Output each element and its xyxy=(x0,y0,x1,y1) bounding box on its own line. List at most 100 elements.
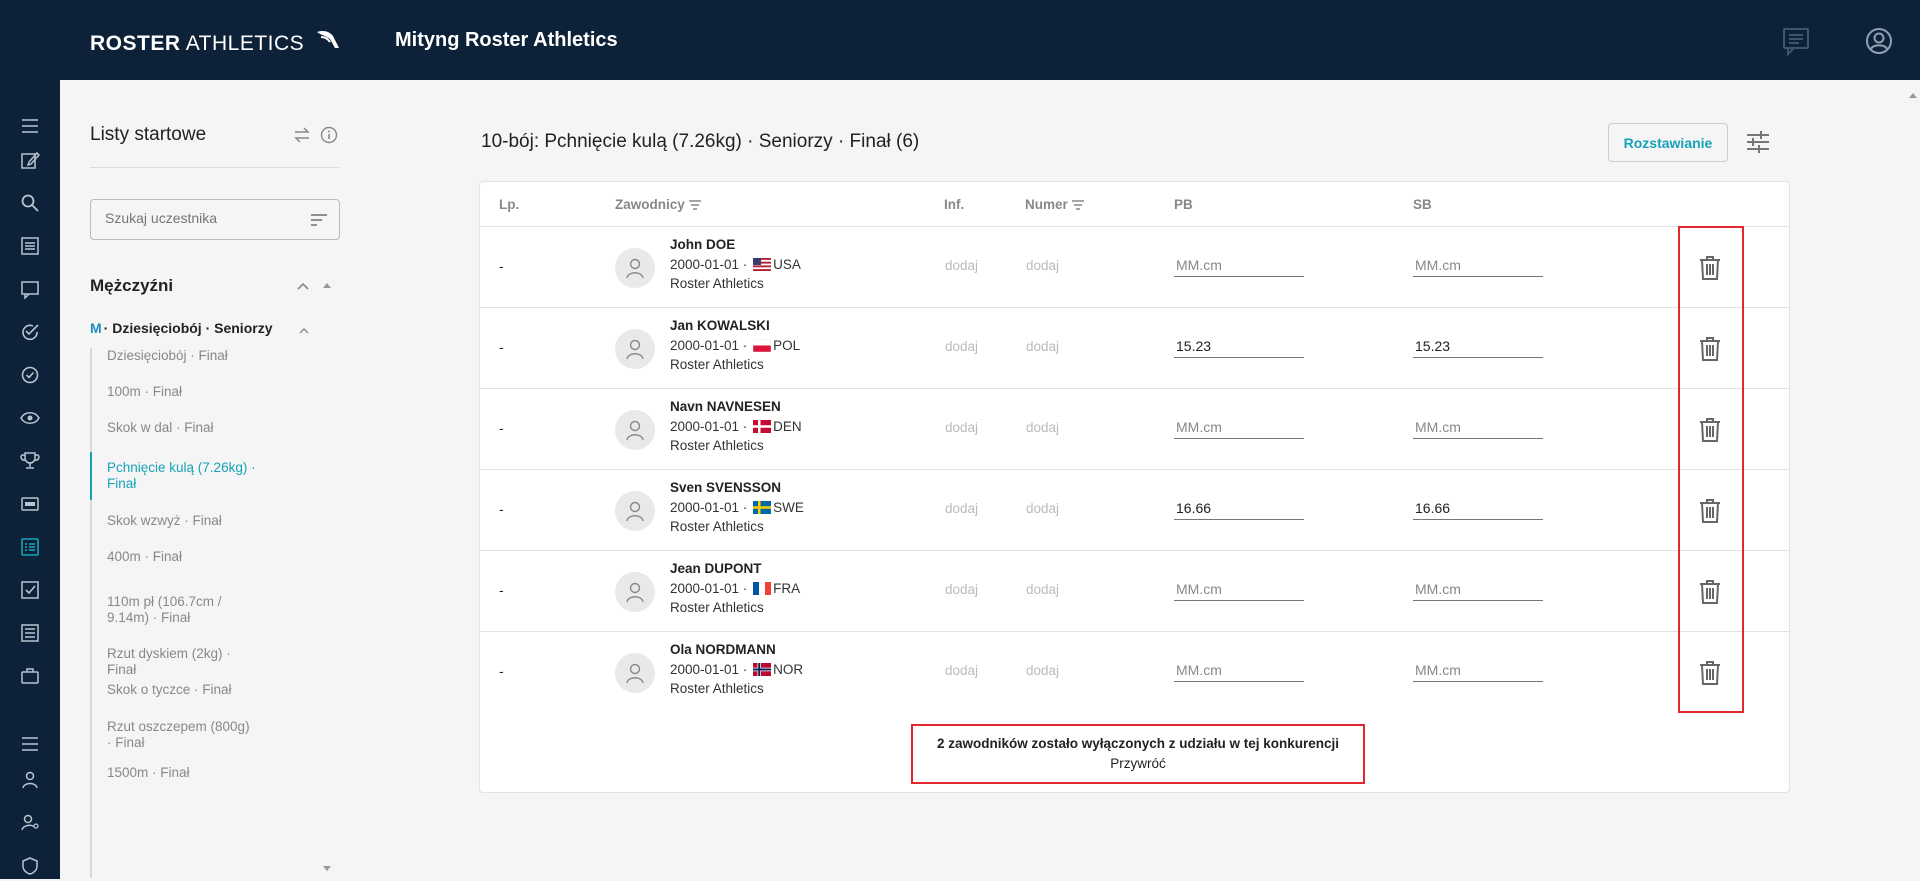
chevron-up-small-icon[interactable] xyxy=(298,322,310,340)
event-item[interactable]: Rzut oszczepem (800g) · Finał xyxy=(92,719,267,751)
shield-icon[interactable] xyxy=(20,856,40,876)
chat-icon[interactable] xyxy=(1781,26,1811,57)
athlete-club: Roster Athletics xyxy=(670,276,764,291)
person-placeholder-icon xyxy=(626,258,644,279)
pb-input[interactable] xyxy=(1174,490,1304,520)
sort-icon[interactable] xyxy=(309,211,329,234)
column-header-number[interactable]: Numer xyxy=(1025,197,1085,212)
athlete-name[interactable]: Jean DUPONT xyxy=(670,561,762,576)
athlete-name[interactable]: Ola NORDMANN xyxy=(670,642,776,657)
event-item[interactable]: Rzut dyskiem (2kg) · Finał xyxy=(92,646,267,678)
chevron-up-icon[interactable] xyxy=(296,278,310,296)
list-icon[interactable] xyxy=(20,236,40,256)
start-list-icon[interactable] xyxy=(20,537,40,557)
athlete-dob: 2000-01-01 · xyxy=(670,257,748,272)
event-item[interactable]: 400m · Finał xyxy=(92,549,267,565)
athlete-country: DEN xyxy=(773,419,802,434)
pb-input[interactable] xyxy=(1174,652,1304,682)
filter-icon[interactable] xyxy=(688,199,702,211)
message-icon[interactable] xyxy=(20,279,40,300)
check-circle-icon[interactable] xyxy=(20,322,40,342)
sb-input[interactable] xyxy=(1413,652,1543,682)
add-number-link[interactable]: dodaj xyxy=(1026,501,1059,516)
event-item[interactable]: Pchnięcie kulą (7.26kg) · Finał xyxy=(90,452,267,500)
sb-input[interactable] xyxy=(1413,247,1543,277)
event-item[interactable]: 110m pł (106.7cm / 9.14m) · Finał xyxy=(92,594,267,626)
trophy-icon[interactable] xyxy=(20,451,40,471)
scroll-up-arrow-icon[interactable] xyxy=(322,276,332,294)
avatar xyxy=(615,248,655,288)
user-key-icon[interactable] xyxy=(20,813,40,833)
pb-input[interactable] xyxy=(1174,571,1304,601)
add-number-link[interactable]: dodaj xyxy=(1026,663,1059,678)
event-item[interactable]: 100m · Finał xyxy=(92,384,267,400)
add-number-link[interactable]: dodaj xyxy=(1026,339,1059,354)
athlete-name[interactable]: Sven SVENSSON xyxy=(670,480,781,495)
event-title: 10-bój: Pchnięcie kulą (7.26kg) · Senior… xyxy=(481,131,920,152)
event-item[interactable]: Dziesięciobój · Finał xyxy=(92,348,267,364)
add-info-link[interactable]: dodaj xyxy=(945,582,978,597)
person-icon[interactable] xyxy=(20,770,40,790)
scroll-down-arrow-icon[interactable] xyxy=(322,860,332,878)
briefcase-icon[interactable] xyxy=(20,666,40,686)
event-item[interactable]: Skok o tyczce · Finał xyxy=(92,682,267,698)
edit-icon[interactable] xyxy=(20,150,41,170)
brand-logo[interactable]: ROSTER ATHLETICS xyxy=(90,28,341,56)
panel-title: Listy startowe xyxy=(90,124,207,145)
add-info-link[interactable]: dodaj xyxy=(945,663,978,678)
restore-link[interactable]: Przywróć xyxy=(913,756,1363,771)
eye-icon[interactable] xyxy=(20,408,40,428)
column-header-athletes[interactable]: Zawodnicy xyxy=(615,197,702,212)
table-row: - Ola NORDMANN 2000-01-01 · NOR Roster Athl… xyxy=(480,631,1789,712)
person-placeholder-icon xyxy=(626,420,644,441)
athlete-dob: 2000-01-01 · xyxy=(670,500,748,515)
check-circle-outline-icon[interactable] xyxy=(20,365,40,385)
country-flag-icon xyxy=(753,420,772,433)
menu-icon[interactable] xyxy=(20,116,40,136)
event-item[interactable]: Skok wzwyż · Finał xyxy=(92,513,267,529)
event-item[interactable]: 1500m · Finał xyxy=(92,765,267,781)
info-icon[interactable] xyxy=(320,126,338,149)
scoreboard-icon[interactable] xyxy=(20,494,40,514)
athlete-dob: 2000-01-01 · xyxy=(670,419,748,434)
athlete-name[interactable]: John DOE xyxy=(670,237,735,252)
sb-input[interactable] xyxy=(1413,490,1543,520)
sb-input[interactable] xyxy=(1413,328,1543,358)
excluded-notice: 2 zawodników zostało wyłączonych z udzia… xyxy=(911,724,1365,784)
athlete-name[interactable]: Jan KOWALSKI xyxy=(670,318,770,333)
account-icon[interactable] xyxy=(1864,26,1894,56)
add-info-link[interactable]: dodaj xyxy=(945,420,978,435)
pb-input[interactable] xyxy=(1174,247,1304,277)
seeding-button[interactable]: Rozstawianie xyxy=(1608,123,1728,162)
add-number-link[interactable]: dodaj xyxy=(1026,258,1059,273)
search-icon[interactable] xyxy=(20,193,40,213)
meet-title: Mityng Roster Athletics xyxy=(395,29,618,51)
sb-input[interactable] xyxy=(1413,409,1543,439)
pb-input[interactable] xyxy=(1174,328,1304,358)
swap-icon[interactable] xyxy=(292,126,312,149)
filter-icon[interactable] xyxy=(1071,199,1085,211)
athlete-country: FRA xyxy=(773,581,801,596)
page-scroll-up-icon[interactable] xyxy=(1908,86,1918,104)
highlight-delete-column xyxy=(1678,226,1744,713)
add-number-link[interactable]: dodaj xyxy=(1026,420,1059,435)
checkbox-icon[interactable] xyxy=(20,580,40,600)
document-icon[interactable] xyxy=(20,623,40,643)
participant-search[interactable] xyxy=(90,199,340,240)
menu-secondary-icon[interactable] xyxy=(20,734,40,754)
add-info-link[interactable]: dodaj xyxy=(945,258,978,273)
athlete-name[interactable]: Navn NAVNESEN xyxy=(670,399,781,414)
athlete-country: POL xyxy=(773,338,801,353)
pb-input[interactable] xyxy=(1174,409,1304,439)
search-input[interactable] xyxy=(105,210,295,226)
add-info-link[interactable]: dodaj xyxy=(945,501,978,516)
sb-input[interactable] xyxy=(1413,571,1543,601)
add-info-link[interactable]: dodaj xyxy=(945,339,978,354)
tune-icon[interactable] xyxy=(1745,129,1771,160)
add-number-link[interactable]: dodaj xyxy=(1026,582,1059,597)
subgroup-title[interactable]: M · Dziesięciobój · Seniorzy xyxy=(90,320,273,336)
icon-sidebar xyxy=(0,80,60,879)
group-title[interactable]: Mężczyźni xyxy=(90,276,173,296)
athlete-meta: 2000-01-01 · NOR xyxy=(670,662,803,677)
event-item[interactable]: Skok w dal · Finał xyxy=(92,420,267,436)
